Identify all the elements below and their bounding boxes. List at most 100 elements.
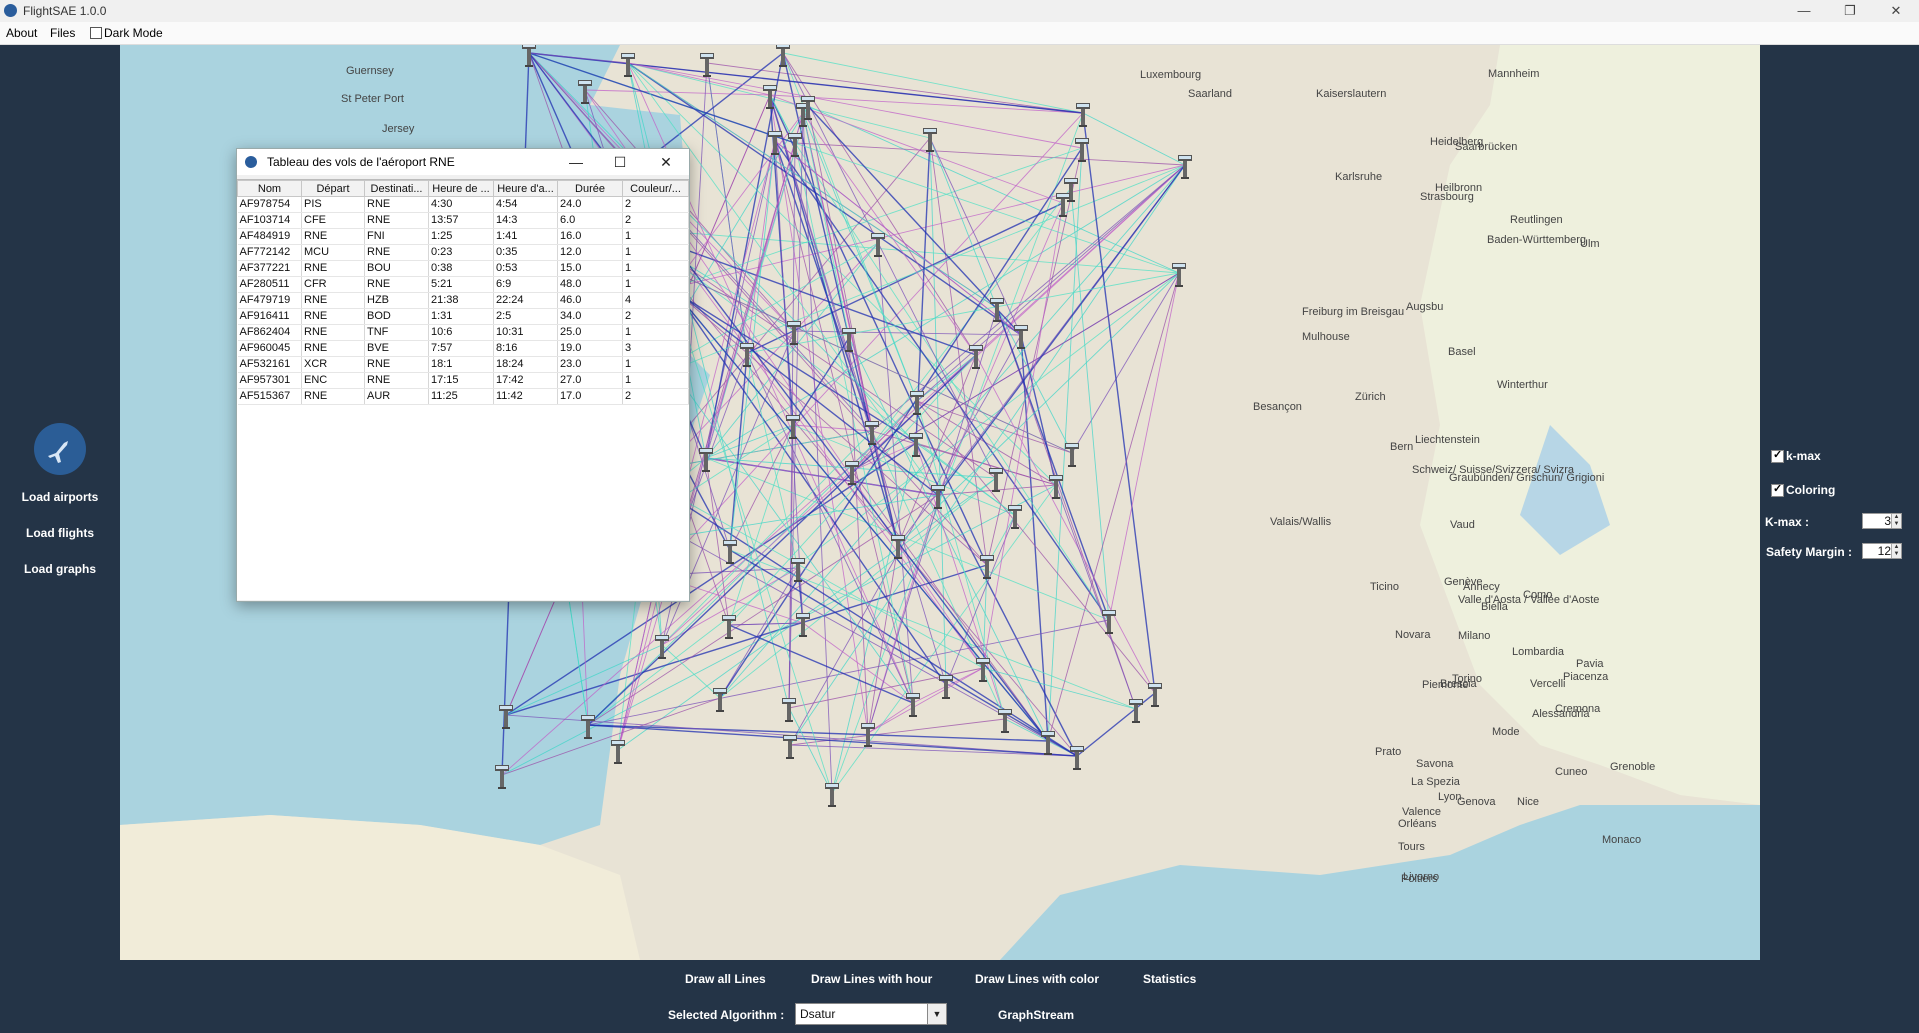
table-row[interactable]: AF772142 MCU RNE 0:23 0:35 12.0 1 <box>237 244 689 261</box>
table-row[interactable]: AF479719 RNE HZB 21:38 22:24 46.0 4 <box>237 292 689 309</box>
column-header[interactable]: Départ <box>301 180 365 197</box>
table-cell: 6:9 <box>493 276 558 293</box>
airport-tower-icon[interactable] <box>969 345 983 369</box>
flight-table[interactable]: Nom Départ Destinati... Heure de ... Heure d… <box>237 179 689 600</box>
spinner-arrows-icon[interactable]: ▲ ▼ <box>1891 514 1901 528</box>
column-header[interactable]: Durée <box>557 180 623 197</box>
flight-window-title: Tableau des vols de l'aéroport RNE <box>267 155 455 169</box>
table-row[interactable]: AF960045 RNE BVE 7:57 8:16 19.0 3 <box>237 340 689 357</box>
airport-tower-icon[interactable] <box>1070 746 1084 770</box>
flight-line <box>867 667 984 734</box>
table-cell: AF280511 <box>237 276 302 293</box>
flight-line <box>587 724 1049 742</box>
draw-lines-hour-button[interactable]: Draw Lines with hour <box>811 972 932 986</box>
table-cell: 34.0 <box>557 308 623 325</box>
airport-tower-icon[interactable] <box>989 468 1003 492</box>
window-maximize-button[interactable]: ☐ <box>605 152 635 172</box>
column-header[interactable]: Couleur/... <box>622 180 689 197</box>
airport-tower-icon[interactable] <box>1148 683 1162 707</box>
graphstream-button[interactable]: GraphStream <box>998 1008 1074 1022</box>
table-row[interactable]: AF862404 RNE TNF 10:6 10:31 25.0 1 <box>237 324 689 341</box>
table-cell: 14:3 <box>493 212 558 229</box>
table-cell: RNE <box>364 276 429 293</box>
airport-tower-icon[interactable] <box>825 783 839 807</box>
airport-tower-icon[interactable] <box>1172 263 1186 287</box>
table-cell: 1 <box>622 276 689 293</box>
airport-tower-icon[interactable] <box>611 740 625 764</box>
table-cell: AF978754 <box>237 196 302 213</box>
menu-files[interactable]: Files <box>50 26 75 40</box>
table-cell: RNE <box>364 244 429 261</box>
safety-margin-label: Safety Margin : <box>1766 545 1853 559</box>
column-header[interactable]: Destinati... <box>364 180 429 197</box>
column-header[interactable]: Nom <box>237 180 302 197</box>
map-label: Pavia <box>1576 658 1604 670</box>
table-row[interactable]: AF916411 RNE BOD 1:31 2:5 34.0 2 <box>237 308 689 325</box>
window-minimize-button[interactable]: — <box>561 152 591 172</box>
column-header[interactable]: Heure d'a... <box>493 180 558 197</box>
minimize-button[interactable]: — <box>1781 0 1827 22</box>
draw-all-lines-button[interactable]: Draw all Lines <box>685 972 766 986</box>
airport-tower-icon[interactable] <box>1008 505 1022 529</box>
map-label: Milano <box>1458 630 1490 642</box>
map-label: Strasbourg <box>1420 191 1474 203</box>
algorithm-label: Selected Algorithm : <box>668 1008 785 1022</box>
map-label: Guernsey <box>346 65 394 77</box>
table-row[interactable]: AF957301 ENC RNE 17:15 17:42 27.0 1 <box>237 372 689 389</box>
table-cell: 8:16 <box>493 340 558 357</box>
airport-tower-icon[interactable] <box>1065 443 1079 467</box>
coloring-checkbox-label: Coloring <box>1786 483 1836 497</box>
table-row[interactable]: AF103714 CFE RNE 13:57 14:3 6.0 2 <box>237 212 689 229</box>
table-cell: 7:57 <box>428 340 494 357</box>
safety-margin-spinner[interactable]: 12 ▲ ▼ <box>1862 543 1902 559</box>
table-row[interactable]: AF377221 RNE BOU 0:38 0:53 15.0 1 <box>237 260 689 277</box>
table-row[interactable]: AF515367 RNE AUR 11:25 11:42 17.0 2 <box>237 388 689 405</box>
table-cell: 18:1 <box>428 356 494 373</box>
coloring-checkbox[interactable] <box>1771 482 1784 497</box>
airport-tower-icon[interactable] <box>998 709 1012 733</box>
load-flights-button[interactable]: Load flights <box>0 526 120 540</box>
spinner-arrows-icon[interactable]: ▲ ▼ <box>1891 544 1901 558</box>
draw-lines-color-button[interactable]: Draw Lines with color <box>975 972 1099 986</box>
app-logo-icon <box>4 4 17 17</box>
kmax-spinner[interactable]: 3 ▲ ▼ <box>1862 513 1902 529</box>
airport-tower-icon[interactable] <box>796 613 810 637</box>
window-logo-icon <box>245 156 257 168</box>
load-graphs-button[interactable]: Load graphs <box>0 562 120 576</box>
airport-tower-icon[interactable] <box>768 131 782 155</box>
table-cell: RNE <box>301 324 365 341</box>
flight-window-titlebar[interactable]: Tableau des vols de l'aéroport RNE — ☐ ✕ <box>237 149 689 175</box>
table-cell: 19.0 <box>557 340 623 357</box>
airport-tower-icon[interactable] <box>871 233 885 257</box>
airport-tower-icon[interactable] <box>939 675 953 699</box>
column-header[interactable]: Heure de ... <box>428 180 494 197</box>
table-cell: BVE <box>364 340 429 357</box>
table-cell: AF532161 <box>237 356 302 373</box>
dark-mode-label[interactable]: Dark Mode <box>104 26 163 40</box>
map-label: Karlsruhe <box>1335 171 1382 183</box>
table-row[interactable]: AF280511 CFR RNE 5:21 6:9 48.0 1 <box>237 276 689 293</box>
load-airports-button[interactable]: Load airports <box>0 490 120 504</box>
statistics-button[interactable]: Statistics <box>1143 972 1196 986</box>
table-cell: 0:23 <box>428 244 494 261</box>
map-label: Bern <box>1390 441 1413 453</box>
table-cell: AF772142 <box>237 244 302 261</box>
menu-about[interactable]: About <box>6 26 37 40</box>
table-row[interactable]: AF978754 PIS RNE 4:30 4:54 24.0 2 <box>237 196 689 213</box>
dark-mode-checkbox[interactable] <box>90 27 102 39</box>
table-cell: 11:42 <box>493 388 558 405</box>
chevron-down-icon[interactable]: ▼ <box>927 1004 946 1024</box>
airport-tower-icon[interactable] <box>783 735 797 759</box>
window-close-button[interactable]: ✕ <box>651 152 681 172</box>
table-row[interactable]: AF484919 RNE FNI 1:25 1:41 16.0 1 <box>237 228 689 245</box>
map-label: Grenoble <box>1610 761 1655 773</box>
maximize-button[interactable]: ❐ <box>1827 0 1873 22</box>
airport-tower-icon[interactable] <box>1129 699 1143 723</box>
algorithm-select[interactable]: Dsatur ▼ <box>795 1003 947 1025</box>
flight-line <box>584 89 771 96</box>
table-row[interactable]: AF532161 XCR RNE 18:1 18:24 23.0 1 <box>237 356 689 373</box>
close-button[interactable]: ✕ <box>1873 0 1919 22</box>
map-label: Zürich <box>1355 391 1386 403</box>
flight-line <box>774 140 1022 336</box>
kmax-checkbox[interactable] <box>1771 448 1784 463</box>
